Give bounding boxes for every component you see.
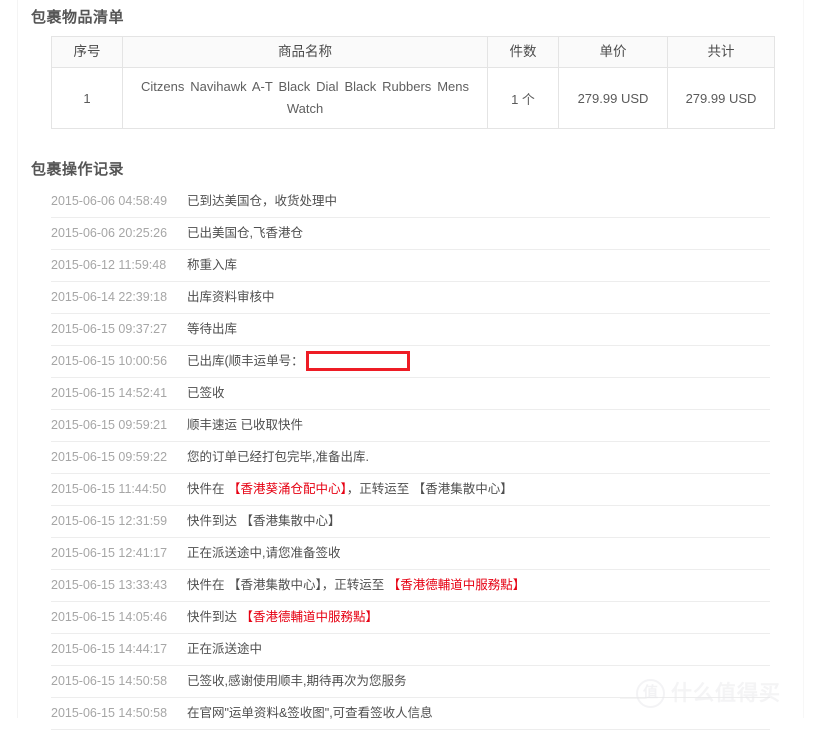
log-location-highlight: 【香港德輔道中服務點】 [387,578,526,592]
log-text-body: 已签收,感谢使用顺丰,期待再次为您服务 [187,674,407,688]
log-timestamp: 2015-06-15 09:59:21 [51,418,168,432]
log-row: 2015-06-15 09:37:27 等待出库 [51,314,770,346]
log-row: 2015-06-12 11:59:48 称重入库 [51,250,770,282]
watermark-rule [620,697,645,699]
log-row: 2015-06-06 04:58:49 已到达美国仓，收货处理中 [51,186,770,218]
log-description: 快件在 【香港集散中心】，正转运至 【香港德輔道中服務點】 [181,570,525,601]
log-description: 正在派送途中,请您准备签收 [181,538,340,569]
cell-quantity: 1 个 [487,67,559,129]
log-timestamp: 2015-06-15 11:44:50 [51,482,167,496]
log-description: 已出库(顺丰运单号： [181,346,410,377]
log-row: 2015-06-06 20:25:26 已出美国仓,飞香港仓 [51,218,770,250]
log-timestamp: 2015-06-15 14:50:58 [51,674,168,688]
log-timestamp: 2015-06-15 12:41:17 [51,546,168,560]
log-timestamp: 2015-06-15 09:37:27 [51,322,168,336]
items-table-header-row: 序号 商品名称 件数 单价 共计 [51,36,775,68]
log-description: 您的订单已经打包完毕,准备出库. [181,442,369,473]
log-description: 出库资料审核中 [181,282,275,313]
goods-name-text: Citzens Navihawk A-T Black Dial Black Ru… [141,79,469,116]
log-description: 快件在 【香港葵涌仓配中心】，正转运至 【香港集散中心】 [181,474,513,505]
log-timestamp: 2015-06-15 14:50:58 [51,706,168,720]
log-timestamp: 2015-06-15 14:52:41 [51,386,168,400]
log-timestamp: 2015-06-15 09:59:22 [51,450,168,464]
log-row: 2015-06-15 14:52:41 已签收 [51,378,770,410]
log-text-body: 已签收 [187,386,225,400]
items-table-body: 1 Citzens Navihawk A-T Black Dial Black … [51,67,775,129]
page-left-rule [17,0,18,718]
log-description: 已签收 [181,378,225,409]
column-header-total: 共计 [667,36,775,68]
log-description: 快件到达 【香港德輔道中服務點】 [181,602,378,633]
log-timestamp: 2015-06-06 04:58:49 [51,194,168,208]
log-text-body: 快件到达 【香港集散中心】 [187,514,341,528]
log-text-body: 已出美国仓,飞香港仓 [187,226,303,240]
log-text-prefix: 快件到达 [187,610,241,624]
items-table-head: 序号 商品名称 件数 单价 共计 [51,36,775,68]
log-description: 在官网"运单资料&签收图",可查看签收人信息 [181,698,433,729]
log-row: 2015-06-15 12:41:17 正在派送途中,请您准备签收 [51,538,770,570]
log-row: 2015-06-15 14:50:58 已签收,感谢使用顺丰,期待再次为您服务 [51,666,770,698]
log-location-highlight: 【香港德輔道中服務點】 [240,610,378,624]
cell-unit-price: 279.99 USD [558,67,668,129]
log-description: 正在派送途中 [181,634,262,665]
log-text-body: 等待出库 [187,322,238,336]
log-description: 称重入库 [181,250,237,281]
log-text-body: 正在派送途中,请您准备签收 [187,546,341,560]
log-timestamp: 2015-06-15 12:31:59 [51,514,168,528]
log-text-body: 称重入库 [187,258,238,272]
log-row: 2015-06-15 09:59:21 顺丰速运 已收取快件 [51,410,770,442]
log-text-body: 已出库(顺丰运单号： [187,354,304,368]
log-timestamp: 2015-06-15 14:44:17 [51,642,168,656]
package-items-table: 序号 商品名称 件数 单价 共计 1 Citzens Navihawk A-T … [51,36,775,129]
log-text-body: 顺丰速运 已收取快件 [187,418,303,432]
package-operation-log: 2015-06-06 04:58:49 已到达美国仓，收货处理中 2015-06-0… [51,186,770,730]
cell-index: 1 [51,67,123,129]
log-text-body: 您的订单已经打包完毕,准备出库. [187,450,369,464]
log-description: 已到达美国仓，收货处理中 [181,186,337,217]
column-header-index: 序号 [51,36,123,68]
log-timestamp: 2015-06-15 14:05:46 [51,610,168,624]
column-header-name: 商品名称 [122,36,488,68]
log-description: 已出美国仓,飞香港仓 [181,218,303,249]
log-text-prefix: 快件在 【香港集散中心】，正转运至 [187,578,388,592]
page-right-rule [803,0,804,718]
column-header-unit-price: 单价 [558,36,668,68]
log-text-body: 正在派送途中 [187,642,263,656]
log-text-prefix: 快件在 [187,482,228,496]
column-header-quantity: 件数 [487,36,559,68]
redacted-waybill-number [305,350,410,371]
log-row: 2015-06-15 10:00:56 已出库(顺丰运单号： [51,346,770,378]
log-location-highlight: 【香港葵涌仓配中心】 [227,482,347,496]
table-row: 1 Citzens Navihawk A-T Black Dial Black … [51,67,775,129]
log-text-body: 已到达美国仓，收货处理中 [187,194,338,208]
package-log-title: 包裹操作记录 [31,161,125,178]
log-description: 已签收,感谢使用顺丰,期待再次为您服务 [181,666,406,697]
log-description: 快件到达 【香港集散中心】 [181,506,340,537]
log-timestamp: 2015-06-14 22:39:18 [51,290,168,304]
log-timestamp: 2015-06-15 13:33:43 [51,578,168,592]
log-text-body: 出库资料审核中 [187,290,275,304]
log-row: 2015-06-15 12:31:59 快件到达 【香港集散中心】 [51,506,770,538]
log-row: 2015-06-15 14:44:17 正在派送途中 [51,634,770,666]
log-row: 2015-06-15 09:59:22 您的订单已经打包完毕,准备出库. [51,442,770,474]
log-row: 2015-06-15 13:33:43 快件在 【香港集散中心】，正转运至 【香港… [51,570,770,602]
log-timestamp: 2015-06-12 11:59:48 [51,258,167,272]
package-items-title: 包裹物品清单 [31,9,125,26]
log-timestamp: 2015-06-15 10:00:56 [51,354,168,368]
log-row: 2015-06-15 11:44:50 快件在 【香港葵涌仓配中心】，正转运至 【… [51,474,770,506]
log-row: 2015-06-15 14:05:46 快件到达 【香港德輔道中服務點】 [51,602,770,634]
log-timestamp: 2015-06-06 20:25:26 [51,226,168,240]
log-text-suffix: ，正转运至 【香港集散中心】 [346,482,513,496]
log-row: 2015-06-15 14:50:58 在官网"运单资料&签收图",可查看签收人信… [51,698,770,730]
log-row: 2015-06-14 22:39:18 出库资料审核中 [51,282,770,314]
cell-total: 279.99 USD [667,67,775,129]
log-description: 等待出库 [181,314,237,345]
log-description: 顺丰速运 已收取快件 [181,410,303,441]
cell-goods-name: Citzens Navihawk A-T Black Dial Black Ru… [122,67,488,129]
